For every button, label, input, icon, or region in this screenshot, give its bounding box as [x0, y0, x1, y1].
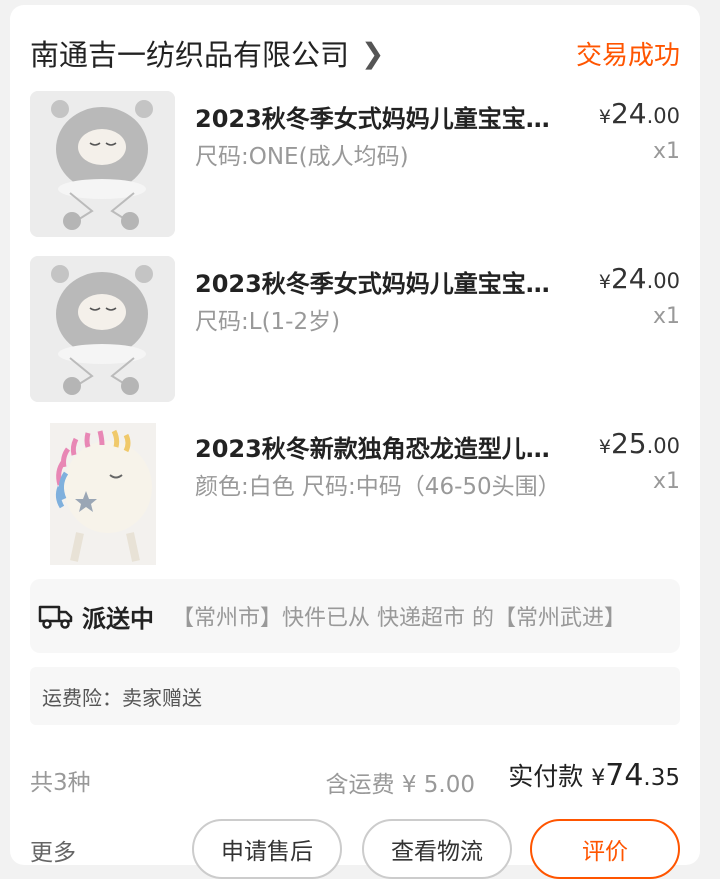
- item-price: ¥24.00: [598, 262, 680, 295]
- order-item[interactable]: 2023秋冬季女式妈妈儿童宝宝加绒护耳帽 尺码:L(1-2岁) ¥24.00 x…: [30, 256, 680, 402]
- item-quantity: x1: [652, 469, 680, 494]
- chevron-right-icon: ❯: [361, 36, 385, 70]
- shipping-insurance: 运费险：卖家赠送: [30, 667, 680, 725]
- order-status: 交易成功: [575, 40, 680, 71]
- review-button[interactable]: 评价: [530, 819, 680, 879]
- sheep-knit-hat-image[interactable]: [30, 256, 175, 402]
- truck-icon: [38, 602, 74, 630]
- item-name[interactable]: 2023秋冬新款独角恐龙造型儿童帽: [195, 429, 565, 464]
- item-quantity: x1: [652, 139, 680, 164]
- item-quantity: x1: [652, 304, 680, 329]
- order-actions: 更多 申请售后 查看物流 评价: [30, 817, 680, 879]
- item-name[interactable]: 2023秋冬季女式妈妈儿童宝宝加绒护耳帽: [195, 99, 565, 134]
- item-count: 共3种: [30, 770, 91, 796]
- after-sale-button[interactable]: 申请售后: [192, 819, 342, 879]
- item-price: ¥25.00: [598, 427, 680, 460]
- shop-link[interactable]: 南通吉一纺织品有限公司 ❯: [30, 32, 384, 74]
- item-price: ¥24.00: [598, 97, 680, 130]
- order-summary: 共3种 含运费 ¥ 5.00 实付款 ¥74.35: [30, 757, 680, 805]
- item-spec: 尺码:ONE(成人均码): [195, 144, 409, 170]
- unicorn-hat-image[interactable]: [30, 421, 175, 567]
- item-spec: 尺码:L(1-2岁): [195, 309, 341, 335]
- order-item[interactable]: 2023秋冬新款独角恐龙造型儿童帽 颜色:白色 尺码:中码（46-50头围） ¥…: [30, 421, 680, 567]
- more-button[interactable]: 更多: [30, 833, 76, 867]
- logistics-status: 派送中: [82, 604, 154, 633]
- shipping-fee: 含运费 ¥ 5.00: [325, 772, 475, 798]
- logistics-detail: 【常州市】快件已从 快递超市 的【常州武进】: [172, 606, 626, 631]
- view-logistics-button[interactable]: 查看物流: [362, 819, 512, 879]
- shop-name: 南通吉一纺织品有限公司: [30, 38, 350, 72]
- order-card: 南通吉一纺织品有限公司 ❯ 交易成功 2023秋冬季女式妈妈儿童宝宝加绒护耳帽 …: [10, 5, 700, 879]
- order-header: 南通吉一纺织品有限公司 ❯ 交易成功: [30, 33, 680, 73]
- item-spec: 颜色:白色 尺码:中码（46-50头围）: [195, 474, 561, 500]
- sheep-knit-hat-image[interactable]: [30, 91, 175, 237]
- order-item[interactable]: 2023秋冬季女式妈妈儿童宝宝加绒护耳帽 尺码:ONE(成人均码) ¥24.00…: [30, 91, 680, 237]
- item-name[interactable]: 2023秋冬季女式妈妈儿童宝宝加绒护耳帽: [195, 264, 565, 299]
- logistics-panel[interactable]: 派送中 【常州市】快件已从 快递超市 的【常州武进】: [30, 579, 680, 653]
- paid-amount: 实付款 ¥74.35: [508, 758, 680, 793]
